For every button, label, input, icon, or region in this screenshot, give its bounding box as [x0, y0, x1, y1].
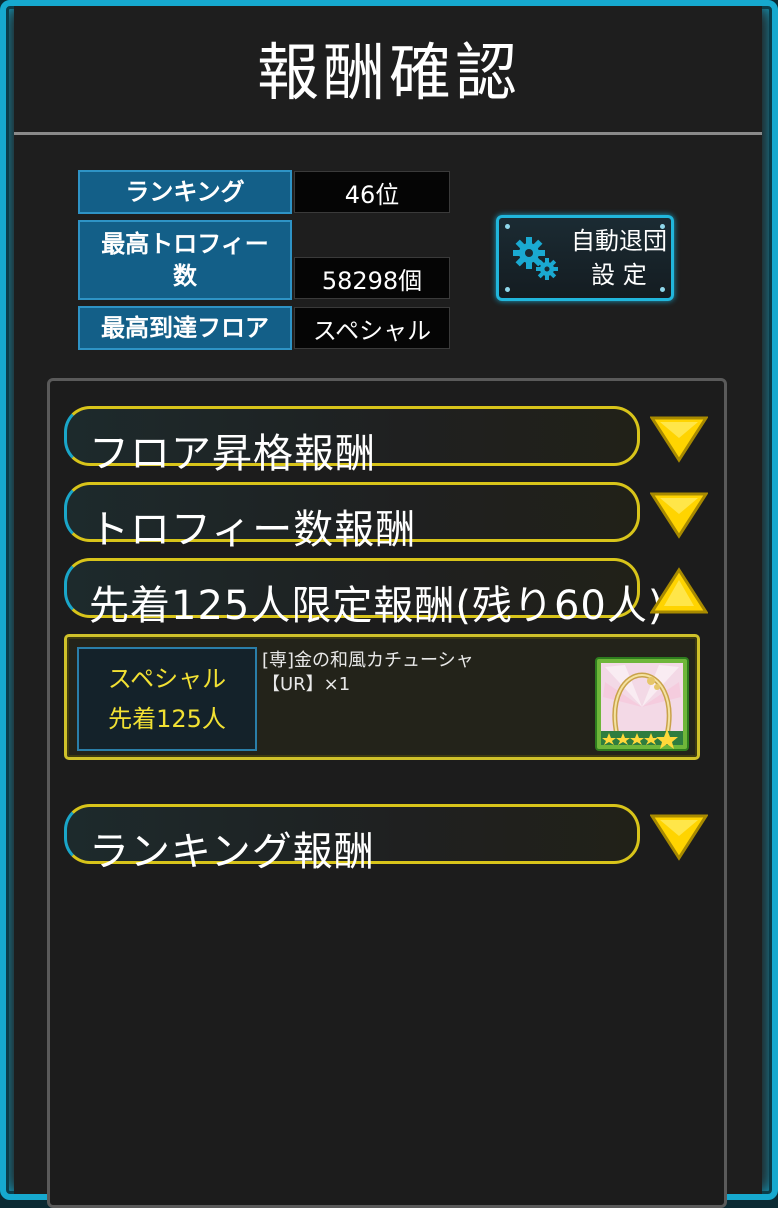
headband-item-icon[interactable]	[595, 657, 689, 751]
page-title: 報酬確認	[256, 36, 521, 109]
reward-tier-tag: スペシャル 先着125人	[77, 647, 257, 751]
bolt-decoration	[660, 224, 665, 229]
chevron-down-icon[interactable]	[650, 414, 708, 464]
chevron-down-icon[interactable]	[650, 490, 708, 540]
bolt-decoration	[505, 224, 510, 229]
reward-item-text: [専]金の和風カチューシャ 【UR】×1	[262, 649, 474, 697]
reward-item-detail: 【UR】×1	[262, 674, 351, 695]
auto-leave-line1: 自動退団	[571, 227, 667, 255]
chevron-down-icon[interactable]	[650, 812, 708, 862]
reward-item-name: [専]金の和風カチューシャ	[262, 650, 474, 671]
reward-tier-line1: スペシャル	[107, 665, 227, 693]
trophy-label-text: 最高トロフィー数	[101, 229, 269, 290]
bolt-decoration	[660, 287, 665, 292]
reward-tier-line2: 先着125人	[108, 705, 226, 733]
section-floor-promotion-label: フロア昇格報酬	[89, 431, 376, 477]
section-ranking-header[interactable]: ランキング報酬	[64, 804, 640, 875]
reward-entry: スペシャル 先着125人 [専]金の和風カチューシャ 【UR】×1	[64, 634, 700, 760]
auto-leave-label: 自動退団 設 定	[569, 224, 669, 292]
ranking-value: 46位	[294, 171, 450, 213]
gear-icon	[513, 237, 558, 280]
title-divider	[14, 132, 762, 135]
auto-leave-line2: 設 定	[591, 261, 647, 289]
section-first-come-header[interactable]: 先着125人限定報酬(残り60人)	[64, 558, 663, 629]
section-trophy-count-header[interactable]: トロフィー数報酬	[64, 482, 640, 553]
section-first-come-label: 先着125人限定報酬(残り60人)	[89, 583, 665, 629]
ranking-label: ランキング	[78, 170, 292, 214]
chevron-up-icon[interactable]	[650, 566, 708, 616]
auto-leave-settings-button[interactable]: 自動退団 設 定	[496, 215, 674, 301]
bolt-decoration	[505, 287, 510, 292]
section-trophy-count-label: トロフィー数報酬	[89, 507, 417, 553]
floor-label: 最高到達フロア	[78, 306, 292, 350]
section-ranking-label: ランキング報酬	[89, 829, 375, 875]
trophy-label: 最高トロフィー数	[78, 220, 292, 300]
trophy-value: 58298個	[294, 257, 450, 299]
floor-value: スペシャル	[294, 307, 450, 349]
section-floor-promotion-header[interactable]: フロア昇格報酬	[64, 406, 640, 477]
